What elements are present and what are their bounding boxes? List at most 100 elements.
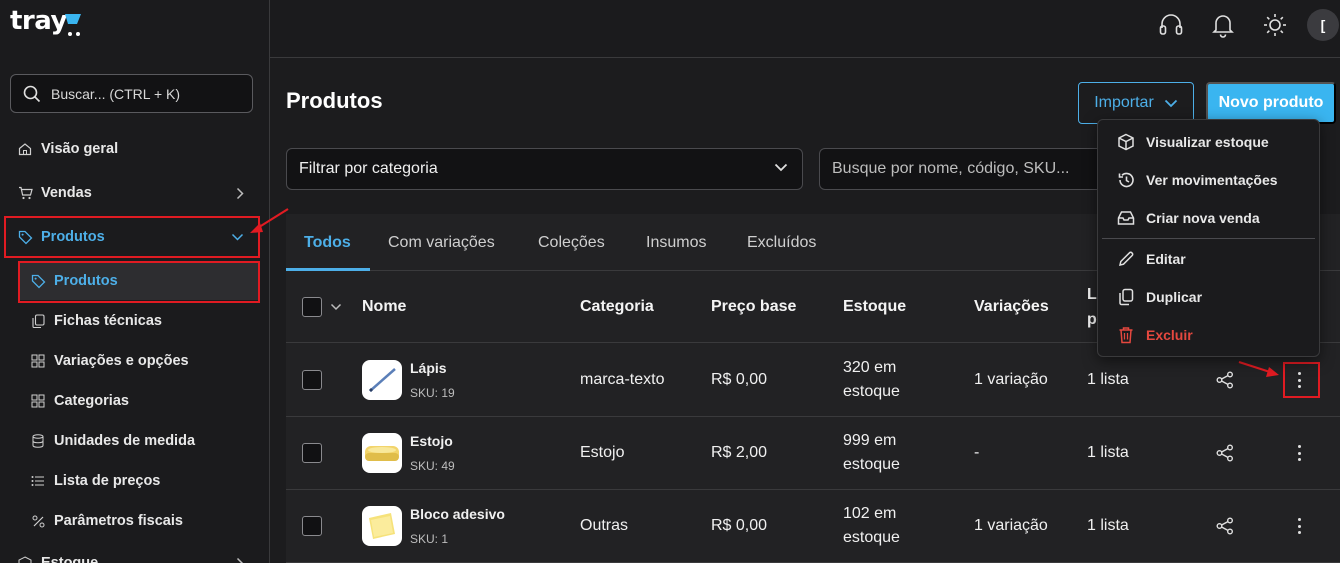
sidebar-subitem-label: Lista de preços <box>54 473 161 489</box>
box-icon <box>17 555 33 563</box>
tab-insumos[interactable]: Insumos <box>646 214 706 271</box>
product-lists: 1 lista <box>1087 371 1129 388</box>
column-header-preco[interactable]: Preço base <box>711 298 796 316</box>
row-actions-kebab-icon[interactable] <box>1292 443 1306 463</box>
menu-divider <box>1102 238 1315 239</box>
product-price: R$ 0,00 <box>711 517 768 534</box>
product-stock-unit: estoque <box>843 383 900 400</box>
product-stock-unit: estoque <box>843 529 900 546</box>
product-price: R$ 0,00 <box>711 371 768 388</box>
tray-logo[interactable]: tray <box>10 6 82 40</box>
column-header-variacoes[interactable]: Variações <box>974 298 1049 316</box>
product-thumbnail-estojo <box>362 433 402 473</box>
menu-item-label: Editar <box>1146 251 1186 267</box>
menu-item-duplicar[interactable]: Duplicar <box>1098 278 1319 316</box>
headset-icon[interactable] <box>1156 10 1186 40</box>
menu-item-label: Excluir <box>1146 327 1193 343</box>
cart-icon <box>17 185 33 201</box>
sidebar-item-label: Vendas <box>41 185 92 201</box>
row-actions-kebab-icon[interactable] <box>1292 516 1306 536</box>
chevron-down-icon <box>1164 99 1177 107</box>
product-name[interactable]: Bloco adesivo <box>410 506 505 522</box>
sidebar-item-label: Visão geral <box>41 141 119 157</box>
sun-icon[interactable] <box>1260 10 1290 40</box>
product-category: Outras <box>580 517 629 534</box>
column-header-listas[interactable]: L <box>1087 286 1097 304</box>
menu-item-visualizar-estoque[interactable]: Visualizar estoque <box>1098 123 1319 161</box>
sidebar-subitem-categorias[interactable]: Categorias <box>18 382 258 420</box>
cube-icon <box>1116 132 1136 152</box>
chevron-down-icon[interactable] <box>330 303 342 311</box>
tab-excluidos[interactable]: Excluídos <box>747 214 816 271</box>
cart-logo-icon <box>64 14 81 36</box>
share-icon[interactable] <box>1216 444 1234 462</box>
product-lists: 1 lista <box>1087 517 1129 534</box>
category-filter-select[interactable]: Filtrar por categoria <box>286 148 803 190</box>
trash-icon <box>1116 325 1136 345</box>
product-sku: SKU: 1 <box>410 532 449 546</box>
menu-item-ver-movimentacoes[interactable]: Ver movimentações <box>1098 161 1319 199</box>
product-stock-unit: estoque <box>843 456 900 473</box>
sidebar-subitem-label: Fichas técnicas <box>54 313 162 329</box>
sidebar-subitem-variacoes-opcoes[interactable]: Variações e opções <box>18 342 258 380</box>
menu-item-editar[interactable]: Editar <box>1098 240 1319 278</box>
sidebar: tray Buscar... (CTRL + K) Visão geral Ve… <box>0 0 270 563</box>
column-header-nome[interactable]: Nome <box>362 298 406 316</box>
highlight-box-produtos-submenu <box>18 261 260 303</box>
row-checkbox[interactable] <box>302 370 322 390</box>
sidebar-subitem-fichas-tecnicas[interactable]: Fichas técnicas <box>18 302 258 340</box>
bell-icon[interactable] <box>1208 10 1238 40</box>
database-icon <box>30 433 46 449</box>
product-category: Estojo <box>580 444 625 461</box>
row-actions-menu: Visualizar estoque Ver movimentações Cri… <box>1097 119 1320 357</box>
product-variations: 1 variação <box>974 371 1048 388</box>
tab-todos[interactable]: Todos <box>304 214 351 271</box>
menu-item-label: Duplicar <box>1146 289 1203 305</box>
menu-item-excluir[interactable]: Excluir <box>1098 316 1319 354</box>
new-product-button[interactable]: Novo produto <box>1206 82 1336 124</box>
table-row[interactable]: Bloco adesivo SKU: 1 Outras R$ 0,00 102 … <box>286 490 1340 563</box>
sidebar-subitem-label: Categorias <box>54 393 129 409</box>
sidebar-search[interactable]: Buscar... (CTRL + K) <box>10 74 253 113</box>
sidebar-subitem-label: Parâmetros fiscais <box>54 513 183 529</box>
product-variations: 1 variação <box>974 517 1048 534</box>
product-thumbnail-lapis <box>362 360 402 400</box>
sidebar-subitem-lista-precos[interactable]: Lista de preços <box>18 462 258 500</box>
column-header-categoria[interactable]: Categoria <box>580 298 654 316</box>
sidebar-subitem-label: Variações e opções <box>54 353 189 369</box>
sidebar-subitem-parametros-fiscais[interactable]: Parâmetros fiscais <box>18 502 258 540</box>
annotation-arrow-actions <box>1238 360 1279 377</box>
history-icon <box>1116 170 1136 190</box>
tab-com-variacoes[interactable]: Com variações <box>388 214 495 271</box>
logo-text: tray <box>10 6 67 36</box>
share-icon[interactable] <box>1216 517 1234 535</box>
chevron-right-icon <box>236 557 244 563</box>
table-row[interactable]: Estojo SKU: 49 Estojo R$ 2,00 999 em est… <box>286 417 1340 490</box>
select-all-checkbox[interactable] <box>302 297 322 317</box>
page-title: Produtos <box>286 88 383 113</box>
sidebar-item-visao-geral[interactable]: Visão geral <box>0 131 268 167</box>
category-filter-label: Filtrar por categoria <box>299 160 438 177</box>
user-avatar[interactable]: [ <box>1307 9 1339 41</box>
product-price: R$ 2,00 <box>711 444 768 461</box>
sidebar-item-estoque[interactable]: Estoque <box>0 545 268 563</box>
sidebar-subitem-label: Unidades de medida <box>54 433 196 449</box>
percent-icon <box>30 513 46 529</box>
home-icon <box>17 141 33 157</box>
sidebar-subitem-unidades-medida[interactable]: Unidades de medida <box>18 422 258 460</box>
product-name[interactable]: Lápis <box>410 360 447 376</box>
row-checkbox[interactable] <box>302 516 322 536</box>
import-button[interactable]: Importar <box>1078 82 1194 124</box>
row-checkbox[interactable] <box>302 443 322 463</box>
highlight-box-row-actions <box>1283 362 1320 398</box>
product-name[interactable]: Estojo <box>410 433 453 449</box>
menu-item-criar-nova-venda[interactable]: Criar nova venda <box>1098 199 1319 237</box>
column-header-estoque[interactable]: Estoque <box>843 298 906 316</box>
sidebar-search-placeholder: Buscar... (CTRL + K) <box>51 85 181 102</box>
product-thumbnail-bloco-adesivo <box>362 506 402 546</box>
share-icon[interactable] <box>1216 371 1234 389</box>
sidebar-item-vendas[interactable]: Vendas <box>0 175 268 211</box>
tab-colecoes[interactable]: Coleções <box>538 214 605 271</box>
chevron-right-icon <box>236 187 244 199</box>
product-sku: SKU: 19 <box>410 386 455 400</box>
